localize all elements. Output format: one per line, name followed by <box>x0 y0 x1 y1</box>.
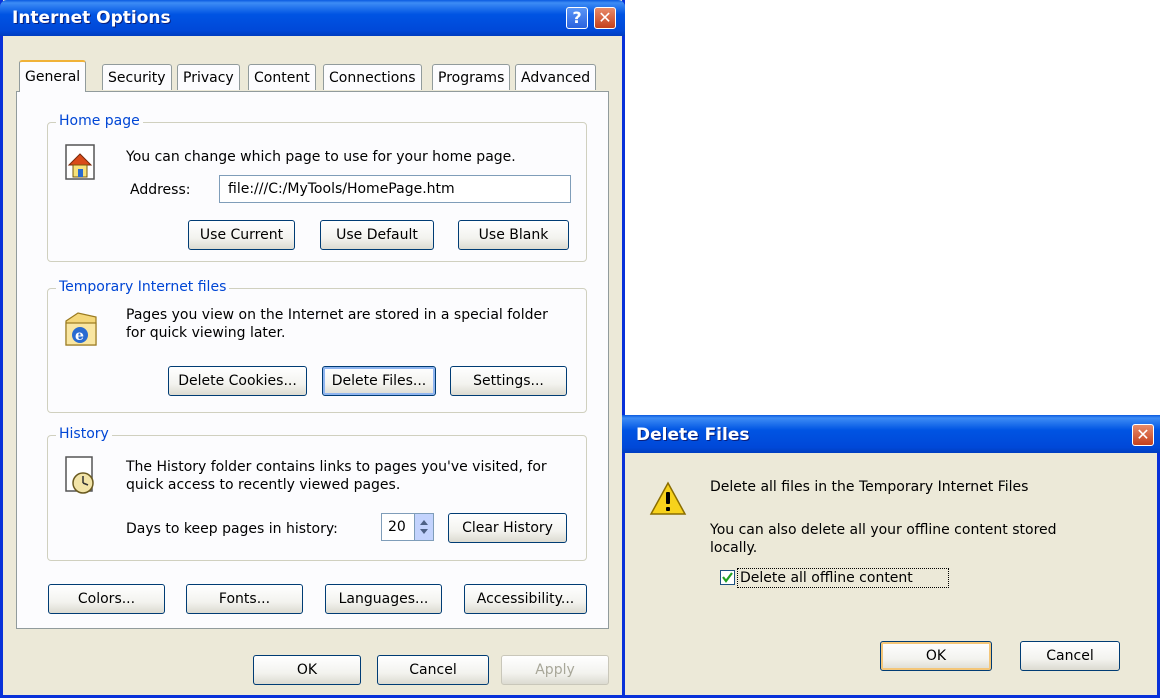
history-icon <box>65 456 94 494</box>
internet-options-window: Internet Options ? ✕ General Security Pr… <box>0 0 625 698</box>
use-current-button[interactable]: Use Current <box>188 220 295 250</box>
tab-security[interactable]: Security <box>102 64 172 90</box>
tab-advanced[interactable]: Advanced <box>515 64 597 90</box>
clear-history-button[interactable]: Clear History <box>448 513 567 543</box>
window-title: Internet Options <box>12 8 171 28</box>
cancel-button[interactable]: Cancel <box>377 655 489 685</box>
temp-files-description-1: Pages you view on the Internet are store… <box>126 307 548 323</box>
svg-text:e: e <box>75 328 84 344</box>
delete-offline-label[interactable]: Delete all offline content <box>740 569 913 587</box>
delete-files-title: Delete Files <box>636 425 750 445</box>
tab-programs[interactable]: Programs <box>432 64 511 90</box>
days-input[interactable]: 20 <box>381 513 415 541</box>
temp-files-description-2: for quick viewing later. <box>126 325 286 341</box>
title-bar[interactable]: Internet Options ? ✕ <box>0 0 625 36</box>
days-to-keep-label: Days to keep pages in history: <box>126 521 338 537</box>
address-input[interactable]: file:///C:/MyTools/HomePage.htm <box>219 175 571 203</box>
delete-offline-checkbox[interactable] <box>720 570 735 585</box>
colors-button[interactable]: Colors... <box>48 584 165 614</box>
days-spinner[interactable] <box>414 513 434 541</box>
apply-button[interactable]: Apply <box>501 655 609 685</box>
delete-files-cancel-button[interactable]: Cancel <box>1020 641 1120 671</box>
ok-button[interactable]: OK <box>253 655 361 685</box>
checkmark-icon <box>722 572 733 583</box>
accessibility-button[interactable]: Accessibility... <box>464 584 587 614</box>
use-default-button[interactable]: Use Default <box>320 220 434 250</box>
history-group: History The History folder contains link… <box>47 426 587 561</box>
tab-privacy[interactable]: Privacy <box>177 64 240 90</box>
home-page-icon <box>65 144 95 180</box>
tab-content[interactable]: Content <box>248 64 316 90</box>
address-label: Address: <box>130 182 191 198</box>
home-page-group: Home page You can change which page to u… <box>47 113 587 262</box>
temp-files-folder-icon: e <box>65 312 97 346</box>
delete-files-ok-button[interactable]: OK <box>880 641 992 671</box>
tab-general[interactable]: General <box>19 60 87 92</box>
history-description-2: quick access to recently viewed pages. <box>126 477 401 493</box>
delete-files-button[interactable]: Delete Files... <box>322 366 436 396</box>
delete-cookies-button[interactable]: Delete Cookies... <box>168 366 307 396</box>
home-page-legend: Home page <box>56 113 143 129</box>
use-blank-button[interactable]: Use Blank <box>458 220 569 250</box>
delete-files-message-3: locally. <box>710 540 758 556</box>
tab-connections[interactable]: Connections <box>323 64 422 90</box>
delete-files-message-2: You can also delete all your offline con… <box>710 522 1057 538</box>
delete-files-message-1: Delete all files in the Temporary Intern… <box>710 479 1029 495</box>
languages-button[interactable]: Languages... <box>325 584 442 614</box>
history-description-1: The History folder contains links to pag… <box>126 459 547 475</box>
delete-files-close-button[interactable]: ✕ <box>1132 424 1154 446</box>
help-button[interactable]: ? <box>566 7 588 29</box>
fonts-button[interactable]: Fonts... <box>186 584 303 614</box>
temp-files-legend: Temporary Internet files <box>56 279 230 295</box>
home-page-description: You can change which page to use for you… <box>126 149 516 165</box>
warning-icon <box>649 481 687 515</box>
delete-files-dialog: Delete Files ✕ Delete all files in the T… <box>622 415 1160 698</box>
spinner-arrows-icon <box>420 520 428 534</box>
temp-files-group: Temporary Internet files e Pages you vie… <box>47 279 587 413</box>
history-legend: History <box>56 426 112 442</box>
close-button[interactable]: ✕ <box>594 7 616 29</box>
delete-files-title-bar[interactable]: Delete Files ✕ <box>622 415 1160 453</box>
settings-button[interactable]: Settings... <box>450 366 567 396</box>
